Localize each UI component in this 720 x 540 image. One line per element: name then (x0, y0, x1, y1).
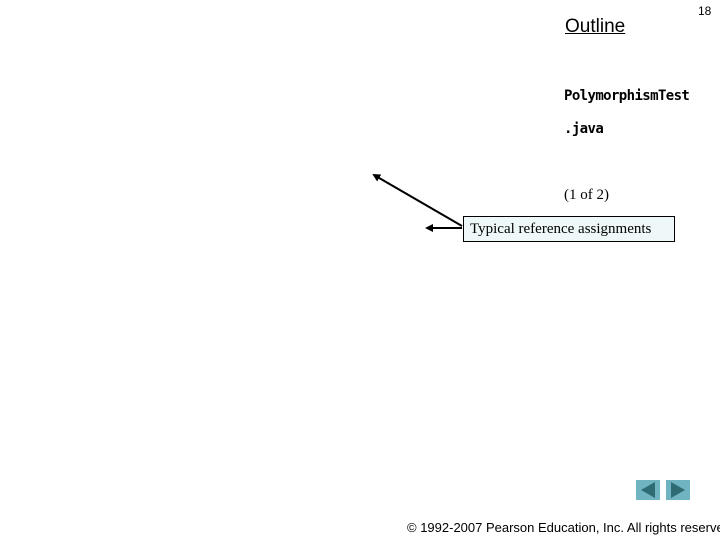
triangle-left-icon (641, 482, 655, 498)
copyright-notice: © 1992-2007 Pearson Education, Inc. All … (407, 520, 720, 535)
callout-box: Typical reference assignments (463, 216, 675, 242)
file-name-line1: PolymorphismTest (564, 88, 690, 104)
callout-arrows (372, 173, 463, 232)
next-slide-button[interactable] (666, 480, 690, 500)
callout-text: Typical reference assignments (470, 221, 652, 237)
file-name-line2: .java (564, 121, 604, 137)
page-number: 18 (698, 4, 712, 18)
callout-arrow-upper (372, 173, 463, 227)
triangle-right-icon (671, 482, 685, 498)
previous-slide-button[interactable] (636, 480, 660, 500)
slide: 18 Outline PolymorphismTest .java (1 of … (0, 0, 720, 540)
page-indicator: (1 of 2) (564, 187, 609, 203)
outline-title: Outline (565, 16, 626, 37)
